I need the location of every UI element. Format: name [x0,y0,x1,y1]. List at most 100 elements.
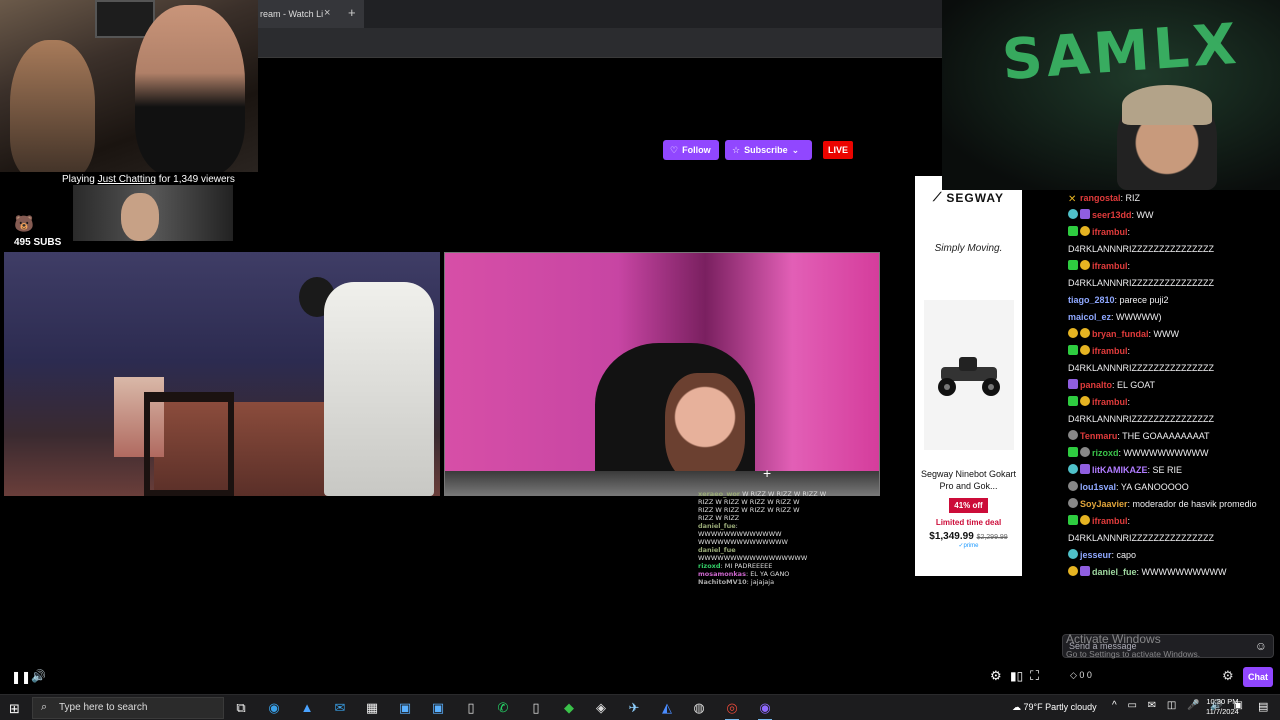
chat-badge-icon[interactable] [1068,328,1078,338]
person-hoodie [324,282,434,496]
chat-badge-icon[interactable] [1080,566,1090,576]
chat-username[interactable]: iframbul [1092,227,1128,237]
chat-badge-icon[interactable] [1068,430,1078,440]
chat-message: iframbul: [1062,394,1280,411]
follow-button[interactable]: ♡ Follow [663,140,719,160]
chat-badge-icon[interactable] [1068,464,1078,474]
steam-icon[interactable]: ✈ [625,699,643,717]
chat-username[interactable]: jesseur [1080,550,1112,560]
fullscreen-icon[interactable]: ⛶ [1030,668,1039,684]
chat-username[interactable]: Tenmaru [1080,431,1117,441]
chat-panel[interactable]: ✕ rangostal: RIZ seer13dd: WW iframbul: D4RK… [1062,190,1280,630]
category-link[interactable]: Just Chatting [98,174,156,185]
chat-message-text: : [1127,261,1131,271]
weather-widget[interactable]: ☁ 79°F Partly cloudy [1012,702,1097,713]
chat-username[interactable]: iframbul [1092,261,1128,271]
chat-username[interactable]: iframbul [1092,346,1128,356]
chat-message-text: : [1127,516,1131,526]
ad-current-price: $1,349.99 [929,531,974,542]
close-tab-icon[interactable]: × [324,7,330,19]
chat-username[interactable]: rizoxd [1092,448,1119,458]
chat-badge-icon[interactable] [1068,549,1078,559]
whatsapp-icon[interactable]: ✆ [494,699,512,717]
chat-badge-icon[interactable] [1068,566,1078,576]
store-icon[interactable]: ▦ [363,699,381,717]
chat-badge-icon[interactable] [1068,447,1078,457]
gokart-image[interactable] [923,300,1014,450]
overlay-chat-text: : MI PADREEEEE [720,562,773,570]
volume-icon[interactable]: 🔊 [31,669,46,683]
chat-username[interactable]: litKAMIKAZE [1092,465,1148,475]
chat-badge-icon[interactable] [1068,396,1078,406]
notification-icon[interactable]: ▤ [1258,700,1268,713]
edge-icon[interactable]: ◉ [265,699,283,717]
chat-username[interactable]: daniel_fue [1092,567,1137,577]
chat-badge-icon[interactable]: ✕ [1068,191,1078,205]
chat-badge-icon[interactable] [1068,515,1078,525]
chat-badge-icon[interactable] [1080,396,1090,406]
chat-badge-icon[interactable] [1080,345,1090,355]
chat-badge-icon[interactable] [1068,209,1078,219]
mail-icon[interactable]: ✉ [331,699,349,717]
chat-badge-icon[interactable] [1068,379,1078,389]
chat-badge-icon[interactable] [1068,498,1078,508]
pause-icon[interactable]: ❚❚ [11,670,31,684]
file-icon[interactable]: ▯ [462,699,480,717]
task-view-icon[interactable]: ⧉ [232,699,250,717]
chat-badge-icon[interactable] [1080,447,1090,457]
chat-username[interactable]: iframbul [1092,516,1128,526]
clock-time: 10:30 PM [1206,697,1239,706]
clock-date: 11/7/2024 [1206,707,1239,716]
ad-panel[interactable]: ⟋ SEGWAY Simply Moving. Segway Ninebot G… [915,176,1022,576]
taskbar-search-input[interactable]: ⌕ Type here to search [32,697,224,719]
app6-icon[interactable]: ◭ [658,699,676,717]
new-tab-icon[interactable]: + [348,5,356,20]
chat-badge-icon[interactable] [1068,260,1078,270]
chat-badge-icon[interactable] [1068,226,1078,236]
app2-icon[interactable]: ▣ [396,699,414,717]
weather-text: 79°F Partly cloudy [1023,702,1097,712]
chat-settings-icon[interactable]: ⚙ [1222,668,1234,684]
windows-start-icon[interactable]: ⊞ [9,701,20,717]
graffiti-wall: SAMLX [1000,11,1243,94]
chat-username[interactable]: iframbul [1092,397,1128,407]
app7-icon[interactable]: ◍ [690,699,708,717]
chat-badge-icon[interactable] [1080,260,1090,270]
chat-username[interactable]: bryan_fundal [1092,329,1149,339]
chat-username[interactable]: SoyJaavier [1080,499,1128,509]
chat-send-button[interactable]: Chat [1243,667,1273,687]
chat-username[interactable]: seer13dd [1092,210,1132,220]
app5-icon[interactable]: ◈ [592,699,610,717]
address-bar[interactable] [258,28,942,58]
chat-username[interactable]: panalto [1080,380,1112,390]
viewers-count: for 1,349 viewers [155,174,235,185]
chat-message: seer13dd: WW [1062,207,1280,224]
emote-picker-icon[interactable]: ☺ [1255,639,1267,653]
subscribe-button[interactable]: ☆ Subscribe ⌄ [725,140,812,160]
ad-product-title[interactable]: Segway Ninebot Gokart Pro and Gok... [915,468,1022,492]
chat-username[interactable]: tiago_2810 [1068,295,1115,305]
file2-icon[interactable]: ▯ [527,699,545,717]
chat-message: D4RKLANNNRIZZZZZZZZZZZZZZZ [1062,241,1280,258]
chat-username[interactable]: maicol_ez [1068,312,1111,322]
chat-badge-icon[interactable] [1080,226,1090,236]
overlay-chat-line: WWWWWWWWWWWWW [698,530,840,538]
app8-icon[interactable]: ◉ [756,699,774,720]
chat-badge-icon[interactable] [1068,345,1078,355]
taskbar-clock[interactable]: 10:30 PM 11/7/2024 [1206,697,1239,717]
chat-badge-icon[interactable] [1080,464,1090,474]
player-settings-icon[interactable]: ⚙ [990,668,1002,684]
chat-username[interactable]: lou1sval [1080,482,1116,492]
app3-icon[interactable]: ▣ [429,699,447,717]
chat-badge-icon[interactable] [1080,209,1090,219]
chat-username[interactable]: rangostal [1080,193,1121,203]
chat-badge-icon[interactable] [1080,328,1090,338]
chrome-icon[interactable]: ◎ [723,699,741,720]
chat-message-text: : RIZ [1120,193,1141,203]
app-icon[interactable]: ▲ [298,699,316,717]
app4-icon[interactable]: ◆ [560,699,578,717]
chat-badge-icon[interactable] [1068,481,1078,491]
chat-badge-icon[interactable] [1080,515,1090,525]
theatre-mode-icon[interactable]: ▮▯ [1010,669,1023,683]
channel-points[interactable]: ◇ 0 0 [1070,670,1092,681]
